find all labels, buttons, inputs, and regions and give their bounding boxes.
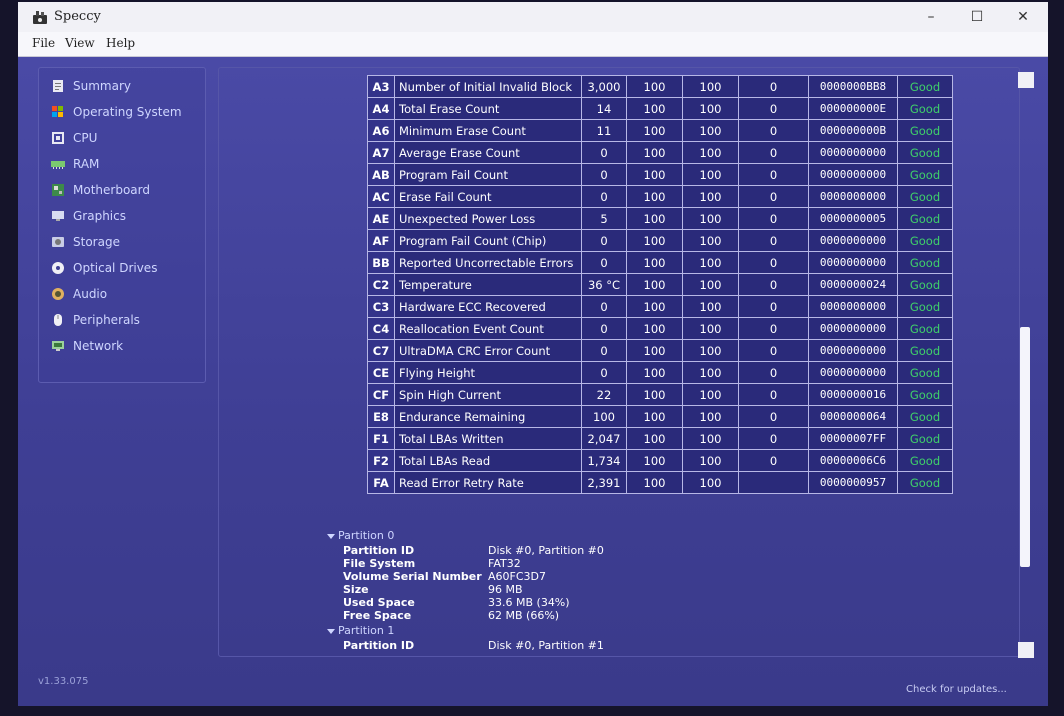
window-title: Speccy (54, 9, 101, 24)
motherboard-icon (52, 184, 64, 196)
maximize-button[interactable]: ☐ (954, 2, 1000, 32)
main-content: Summary Operating System CPU RAM Motherb… (18, 57, 1048, 706)
sidebar-item-storage[interactable]: Storage (51, 232, 120, 252)
sidebar-item-label: Network (73, 339, 124, 353)
partition-0-fs-label: File System (343, 557, 416, 570)
sidebar-item-label: CPU (73, 131, 98, 145)
minimize-button[interactable]: – (908, 2, 954, 32)
sidebar-item-label: Storage (73, 235, 120, 249)
partition-0-free-label: Free Space (343, 609, 412, 622)
expand-partition-0-icon[interactable] (327, 534, 335, 539)
title-bar: Speccy – ☐ ✕ (18, 2, 1048, 32)
sidebar-item-graphics[interactable]: Graphics (51, 206, 126, 226)
sidebar-item-peripherals[interactable]: Peripherals (51, 310, 140, 330)
windows-icon (52, 106, 63, 117)
scroll-thumb[interactable] (1020, 327, 1030, 567)
scroll-down-button[interactable] (1018, 642, 1034, 658)
partition-0-used-value: 33.6 MB (34%) (488, 596, 570, 609)
sidebar-item-label: Motherboard (73, 183, 150, 197)
network-icon (52, 341, 64, 351)
sidebar-item-summary[interactable]: Summary (51, 76, 131, 96)
partition-0-size-value: 96 MB (488, 583, 523, 596)
sidebar: Summary Operating System CPU RAM Motherb… (38, 67, 206, 383)
menu-file[interactable]: File (32, 36, 55, 50)
peripherals-icon (54, 314, 62, 326)
sidebar-item-label: Optical Drives (73, 261, 158, 275)
sidebar-item-label: Operating System (73, 105, 182, 119)
speccy-logo-icon (33, 11, 47, 24)
sidebar-item-audio[interactable]: Audio (51, 284, 107, 304)
expand-partition-1-icon[interactable] (327, 629, 335, 634)
sidebar-item-network[interactable]: Network (51, 336, 123, 356)
sidebar-item-optical-drives[interactable]: Optical Drives (51, 258, 157, 278)
ram-icon (51, 161, 65, 169)
partition-1-header[interactable]: Partition 1 (338, 624, 394, 637)
menu-bar: File View Help (18, 32, 1048, 57)
partition-0-header[interactable]: Partition 0 (338, 529, 394, 542)
sidebar-item-cpu[interactable]: CPU (51, 128, 97, 148)
version-label: v1.33.075 (38, 676, 89, 687)
sidebar-item-label: Audio (73, 287, 108, 301)
partition-0-id-value: Disk #0, Partition #0 (488, 544, 604, 557)
cpu-icon (52, 132, 64, 144)
audio-icon (52, 288, 64, 300)
partition-1-id-value: Disk #0, Partition #1 (488, 639, 604, 652)
details-panel: A3 Number of Initial Invalid Block 3,000 10… (218, 67, 1020, 657)
partition-0-serial-value: A60FC3D7 (488, 570, 546, 583)
partition-0-used-label: Used Space (343, 596, 415, 609)
vertical-scrollbar[interactable] (1018, 67, 1034, 658)
sidebar-item-label: RAM (73, 157, 100, 171)
partition-1-id-label: Partition ID (343, 639, 415, 652)
partition-0-serial-label: Volume Serial Number (343, 570, 482, 583)
menu-view[interactable]: View (65, 36, 95, 50)
partition-0-size-label: Size (343, 583, 369, 596)
partition-0-free-value: 62 MB (66%) (488, 609, 560, 622)
sidebar-item-operating-system[interactable]: Operating System (51, 102, 182, 122)
menu-help[interactable]: Help (106, 36, 135, 50)
check-for-updates-link[interactable]: Check for updates... (906, 684, 1007, 695)
sidebar-item-label: Summary (73, 79, 131, 93)
storage-icon (52, 237, 64, 247)
sidebar-item-motherboard[interactable]: Motherboard (51, 180, 150, 200)
partition-0-fs-value: FAT32 (488, 557, 521, 570)
optical-drive-icon (52, 262, 64, 274)
close-button[interactable]: ✕ (1000, 2, 1046, 32)
partition-0-id-label: Partition ID (343, 544, 415, 557)
sidebar-item-label: Peripherals (73, 313, 140, 327)
graphics-icon (52, 211, 64, 221)
sidebar-item-ram[interactable]: RAM (51, 154, 99, 174)
app-window: Speccy – ☐ ✕ File View Help Summary Oper… (18, 2, 1048, 706)
summary-icon (53, 80, 63, 92)
scroll-up-button[interactable] (1018, 72, 1034, 88)
sidebar-item-label: Graphics (73, 209, 126, 223)
partition-details: Partition 0 Partition ID Disk #0, Partit… (219, 68, 1019, 656)
